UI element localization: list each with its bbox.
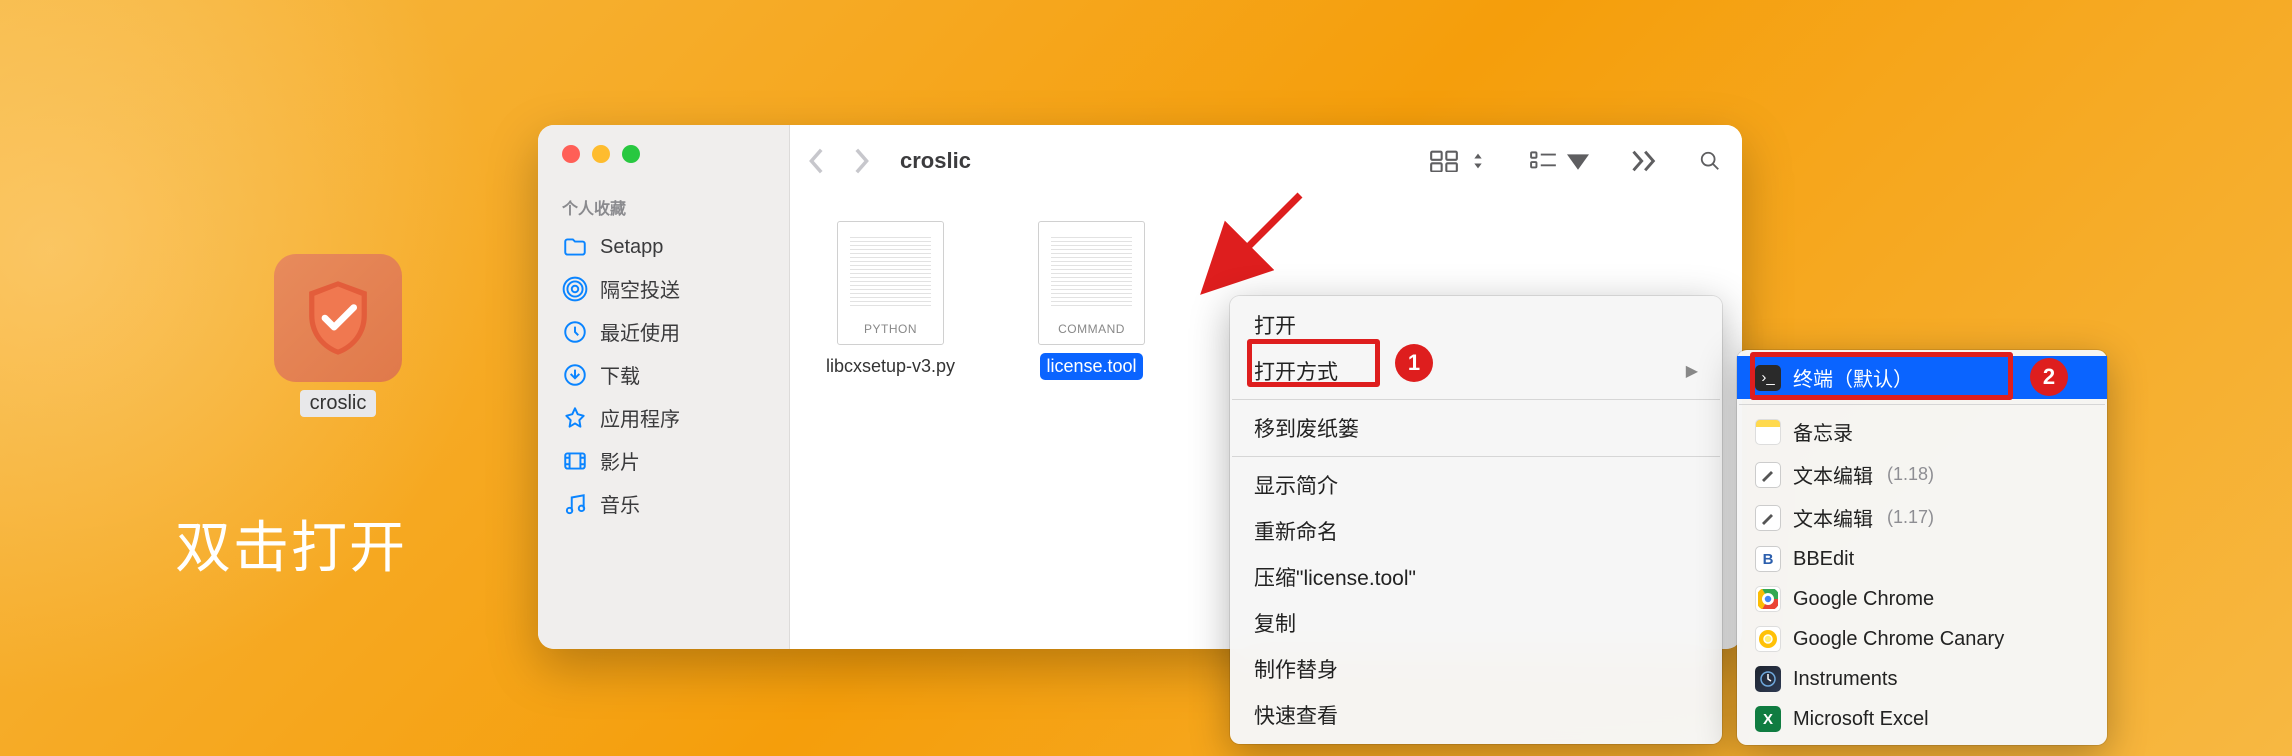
menu-item-alias[interactable]: 制作替身 [1230,646,1722,692]
menu-divider [1232,399,1720,400]
download-icon [562,362,588,388]
excel-app-icon: X [1755,706,1781,732]
sidebar-item-label: Setapp [600,236,663,259]
sidebar-item-label: 应用程序 [600,403,680,432]
sidebar-item-label: 下载 [600,360,640,389]
sidebar-item-recents[interactable]: 最近使用 [538,310,789,353]
chrome-app-icon [1755,586,1781,612]
applications-icon [562,405,588,431]
submenu-item-textedit[interactable]: 文本编辑(1.17) [1737,496,2107,539]
folder-icon [562,234,588,260]
minimize-window-button[interactable] [592,145,610,163]
file-name-label: libcxsetup-v3.py [820,353,961,380]
chrome-canary-app-icon [1755,626,1781,652]
python-file-icon: PYTHON [837,221,944,345]
submenu-item-textedit[interactable]: 文本编辑(1.18) [1737,453,2107,496]
textedit-app-icon [1755,505,1781,531]
instruments-app-icon [1755,666,1781,692]
open-with-submenu: ›_ 终端（默认） 备忘录 文本编辑(1.18) 文本编辑(1.17) B BB… [1737,350,2107,745]
textedit-app-icon [1755,462,1781,488]
submenu-item-instruments[interactable]: Instruments [1737,659,2107,699]
close-window-button[interactable] [562,145,580,163]
sidebar-item-downloads[interactable]: 下载 [538,353,789,396]
finder-sidebar: 个人收藏 Setapp 隔空投送 最近使用 下载 应用程序 影片 音乐 [538,125,790,649]
window-controls [538,145,789,163]
menu-item-compress[interactable]: 压缩"license.tool" [1230,554,1722,600]
submenu-item-chrome[interactable]: Google Chrome [1737,579,2107,619]
sidebar-item-label: 最近使用 [600,317,680,346]
sidebar-item-applications[interactable]: 应用程序 [538,396,789,439]
menu-item-copy[interactable]: 复制 [1230,600,1722,646]
group-by-button[interactable] [1530,150,1592,172]
submenu-item-excel[interactable]: X Microsoft Excel [1737,699,2107,739]
desktop-app-shortcut[interactable]: croslic [274,254,402,417]
sidebar-item-airdrop[interactable]: 隔空投送 [538,267,789,310]
file-item[interactable]: PYTHON libcxsetup-v3.py [818,221,963,380]
terminal-app-icon: ›_ [1755,365,1781,391]
sidebar-favorites-header: 个人收藏 [538,191,789,227]
notes-app-icon [1755,419,1781,445]
submenu-item-chrome-canary[interactable]: Google Chrome Canary [1737,619,2107,659]
menu-item-open-with[interactable]: 打开方式 ▶ [1230,348,1722,394]
menu-item-open[interactable]: 打开 [1230,302,1722,348]
menu-item-get-info[interactable]: 显示简介 [1230,462,1722,508]
sidebar-item-movies[interactable]: 影片 [538,439,789,482]
nav-back-button[interactable] [808,147,826,175]
sidebar-item-setapp[interactable]: Setapp [538,227,789,267]
submenu-item-terminal[interactable]: ›_ 终端（默认） [1737,356,2107,399]
chevron-right-icon: ▶ [1686,361,1698,381]
menu-item-rename[interactable]: 重新命名 [1230,508,1722,554]
instruction-text: 双击打开 [175,503,407,584]
command-file-icon: COMMAND [1038,221,1145,345]
file-name-label: license.tool [1040,353,1142,380]
nav-forward-button[interactable] [852,147,870,175]
view-mode-button[interactable] [1430,150,1492,172]
bbedit-app-icon: B [1755,546,1781,572]
maximize-window-button[interactable] [622,145,640,163]
airdrop-icon [562,276,588,302]
sidebar-item-label: 隔空投送 [600,274,680,303]
submenu-item-bbedit[interactable]: B BBEdit [1737,539,2107,579]
menu-item-trash[interactable]: 移到废纸篓 [1230,405,1722,451]
sidebar-item-music[interactable]: 音乐 [538,482,789,525]
menu-item-quicklook[interactable]: 快速查看 [1230,692,1722,738]
file-type-tag: COMMAND [1058,322,1125,336]
file-item[interactable]: COMMAND license.tool [1019,221,1164,380]
finder-toolbar: croslic [790,125,1742,197]
desktop-app-label: croslic [300,390,377,417]
shield-app-icon [274,254,402,382]
file-type-tag: PYTHON [864,322,917,336]
folder-title: croslic [900,148,971,174]
menu-divider [1739,404,2105,405]
search-button[interactable] [1696,150,1724,172]
sidebar-item-label: 音乐 [600,489,640,518]
menu-divider [1232,456,1720,457]
submenu-item-notes[interactable]: 备忘录 [1737,410,2107,453]
sidebar-item-label: 影片 [600,446,640,475]
music-icon [562,491,588,517]
movies-icon [562,448,588,474]
context-menu: 打开 打开方式 ▶ 移到废纸篓 显示简介 重新命名 压缩"license.too… [1230,296,1722,744]
clock-icon [562,319,588,345]
more-actions-button[interactable] [1630,150,1658,172]
